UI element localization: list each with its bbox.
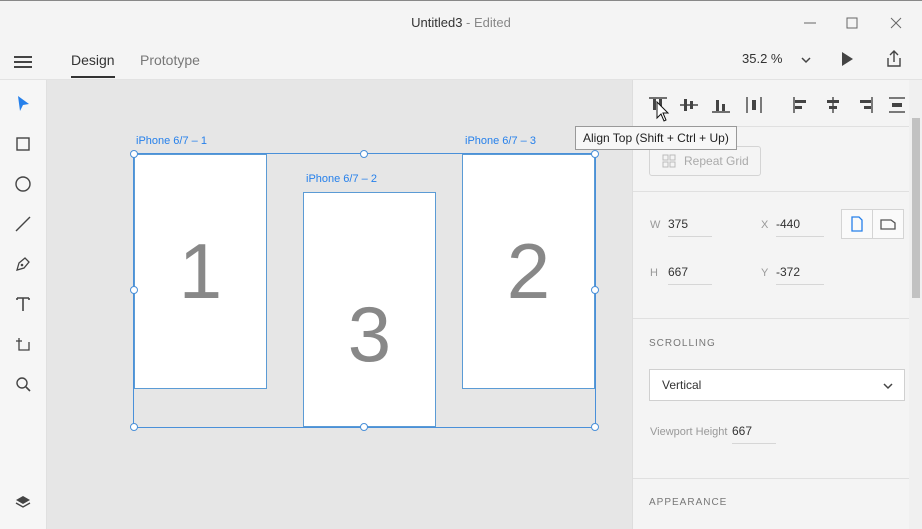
landscape-icon[interactable]: [872, 209, 904, 239]
select-icon[interactable]: [12, 93, 34, 115]
align-bottom-icon[interactable]: [710, 94, 732, 116]
scrolling-value: Vertical: [662, 378, 702, 392]
resize-handle[interactable]: [591, 286, 599, 294]
text-icon[interactable]: [12, 293, 34, 315]
minimize-icon[interactable]: [800, 13, 820, 33]
artboard-label[interactable]: iPhone 6/7 – 1: [136, 135, 207, 147]
artboard-label[interactable]: iPhone 6/7 – 2: [306, 173, 377, 185]
chevron-down-icon[interactable]: [800, 53, 812, 65]
scrollbar-thumb[interactable]: [912, 118, 920, 298]
resize-handle[interactable]: [591, 150, 599, 158]
resize-handle[interactable]: [360, 150, 368, 158]
artboard[interactable]: 2: [462, 154, 595, 389]
line-icon[interactable]: [12, 213, 34, 235]
height-input[interactable]: 667: [668, 265, 712, 285]
hamburger-menu-icon[interactable]: [14, 54, 32, 70]
artboard-number: 3: [347, 290, 392, 378]
tooltip: Align Top (Shift + Ctrl + Up): [575, 126, 737, 150]
artboard[interactable]: 1: [134, 154, 267, 389]
close-icon[interactable]: [886, 13, 906, 33]
divider: [633, 318, 909, 319]
width-label: W: [650, 219, 661, 231]
width-input[interactable]: 375: [668, 217, 712, 237]
pen-icon[interactable]: [12, 253, 34, 275]
resize-handle[interactable]: [130, 150, 138, 158]
zoom-level[interactable]: 35.2 %: [742, 51, 782, 66]
artboard-number: 1: [178, 227, 223, 315]
distribute-vertical-icon[interactable]: [886, 94, 908, 116]
artboard-number: 2: [506, 227, 551, 315]
portrait-icon[interactable]: [841, 209, 873, 239]
resize-handle[interactable]: [591, 423, 599, 431]
layers-icon[interactable]: [12, 491, 34, 513]
mouse-cursor-icon: [656, 101, 670, 122]
scrolling-select[interactable]: Vertical: [649, 369, 905, 401]
artboard-icon[interactable]: [12, 333, 34, 355]
divider: [633, 191, 909, 192]
resize-handle[interactable]: [130, 286, 138, 294]
height-label: H: [650, 267, 658, 279]
tab-design[interactable]: Design: [71, 50, 115, 78]
window-title: Untitled3 - Edited: [411, 15, 511, 30]
share-icon[interactable]: [884, 49, 904, 69]
align-center-icon[interactable]: [822, 94, 844, 116]
artboard[interactable]: 3: [303, 192, 436, 427]
align-left-icon[interactable]: [790, 94, 812, 116]
chevron-down-icon: [883, 383, 893, 390]
y-label: Y: [761, 267, 769, 279]
scrollbar[interactable]: [909, 80, 922, 529]
rectangle-icon[interactable]: [12, 133, 34, 155]
y-input[interactable]: -372: [776, 265, 824, 285]
x-input[interactable]: -440: [776, 217, 824, 237]
tool-bar: [0, 80, 47, 529]
resize-handle[interactable]: [130, 423, 138, 431]
artboard-label[interactable]: iPhone 6/7 – 3: [465, 135, 536, 147]
tab-prototype[interactable]: Prototype: [140, 50, 200, 76]
play-icon[interactable]: [839, 51, 855, 67]
divider: [633, 478, 909, 479]
align-middle-icon[interactable]: [678, 94, 700, 116]
scrolling-section-title: SCROLLING: [649, 338, 716, 349]
title-bar: Untitled3 - Edited: [0, 0, 922, 44]
maximize-icon[interactable]: [842, 13, 862, 33]
zoom-icon[interactable]: [12, 373, 34, 395]
repeat-grid-button[interactable]: Repeat Grid: [649, 146, 761, 176]
appearance-section-title: APPEARANCE: [649, 497, 728, 508]
viewport-height-label: Viewport Height: [650, 426, 728, 438]
grid-icon: [662, 154, 676, 168]
resize-handle[interactable]: [360, 423, 368, 431]
distribute-horizontal-icon[interactable]: [743, 94, 765, 116]
design-canvas[interactable]: iPhone 6/7 – 1 1 iPhone 6/7 – 2 3 iPhone…: [47, 80, 632, 529]
x-label: X: [761, 219, 769, 231]
top-bar: Design Prototype 35.2 %: [0, 44, 922, 80]
ellipse-icon[interactable]: [12, 173, 34, 195]
repeat-grid-label: Repeat Grid: [684, 154, 749, 168]
viewport-height-input[interactable]: 667: [732, 424, 776, 444]
align-right-icon[interactable]: [854, 94, 876, 116]
